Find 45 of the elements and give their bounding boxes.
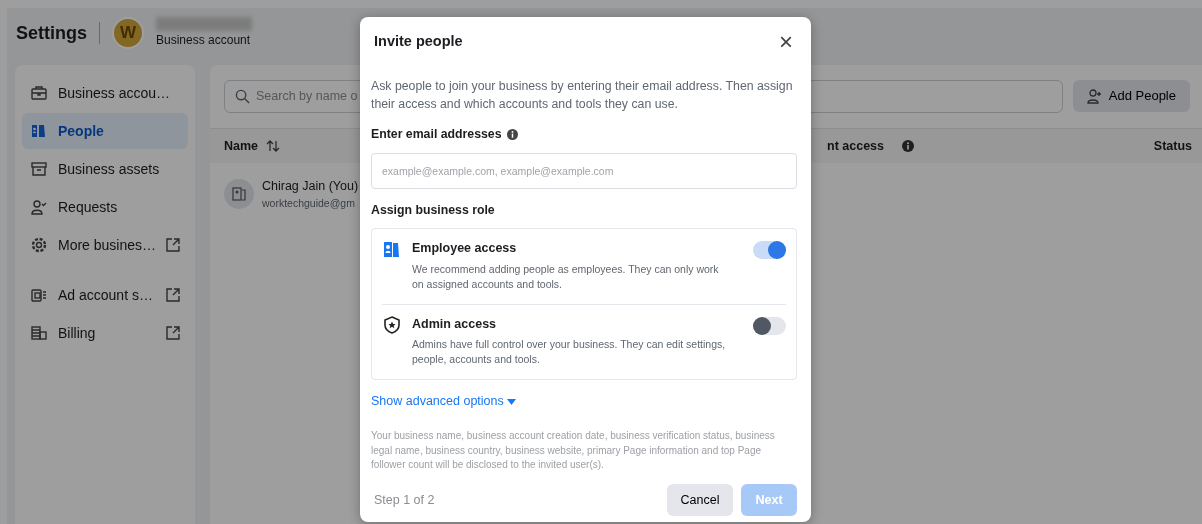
sidebar-item[interactable]: Ad account s… (22, 277, 188, 313)
cancel-button[interactable]: Cancel (667, 484, 733, 516)
add-people-button[interactable]: Add People (1072, 80, 1190, 112)
role-title: Admin access (412, 315, 498, 333)
sidebar-item[interactable]: Requests (22, 189, 188, 225)
column-header[interactable]: Name (224, 136, 259, 156)
sidebar-item[interactable]: Billing (22, 315, 188, 351)
sort-icon[interactable] (266, 140, 281, 152)
email-field[interactable]: example@example.com, example@example.com (371, 153, 797, 190)
account-type: Business account (156, 32, 252, 49)
advanced-options-link[interactable]: Show advanced options (371, 392, 516, 412)
user-name: Chirag Jain (You) (262, 178, 359, 195)
gear-icon (30, 236, 48, 254)
info-icon (902, 140, 914, 152)
column-header: nt access (827, 137, 884, 155)
role-title: Employee access (412, 239, 518, 257)
dialog-title: Invite people (374, 32, 463, 52)
briefcase-icon (30, 84, 48, 102)
badge-icon (232, 187, 246, 202)
caret-icon (506, 398, 516, 405)
toggle-switch[interactable] (753, 240, 786, 259)
sidebar-item[interactable]: Business accou… (22, 75, 188, 111)
sidebar-item[interactable]: More busines… (22, 227, 188, 263)
disclosure-note: Your business name, business account creation date, business verification status, business legal name, business country, business website, primary Page information and top Page follower count will be disclosed to the invited user(s). (371, 429, 776, 473)
add-person-icon (1086, 88, 1103, 104)
step-indicator: Step 1 of 2 (374, 491, 436, 509)
section-label: Assign business role (371, 202, 495, 220)
sidebar-item[interactable]: People (22, 113, 188, 149)
info-icon (506, 128, 518, 140)
search-icon (235, 89, 250, 104)
archive-icon (30, 160, 48, 178)
close-button[interactable]: × (775, 30, 797, 54)
column-header: Status (1153, 137, 1192, 155)
person-icon (30, 198, 48, 216)
badge-icon (30, 122, 48, 140)
field-label: Enter email addresses (371, 126, 502, 143)
dialog-description: Ask people to join your business by entering their email address. Then assign their access and which accounts and tools they can use. (371, 78, 794, 113)
shield-icon (382, 314, 402, 335)
ad-account-icon (30, 286, 48, 304)
toggle-switch[interactable] (753, 316, 786, 335)
sidebar-item[interactable]: Business assets (22, 151, 188, 187)
user-email: worktechguide@gm (262, 195, 356, 211)
page-title: Settings (16, 21, 87, 45)
role-description: We recommend adding people as employees. They can only work on assigned accounts and tools. (412, 261, 720, 292)
role-description: Admins have full control over your business. They can edit settings, people, accounts and tools. (412, 337, 727, 368)
